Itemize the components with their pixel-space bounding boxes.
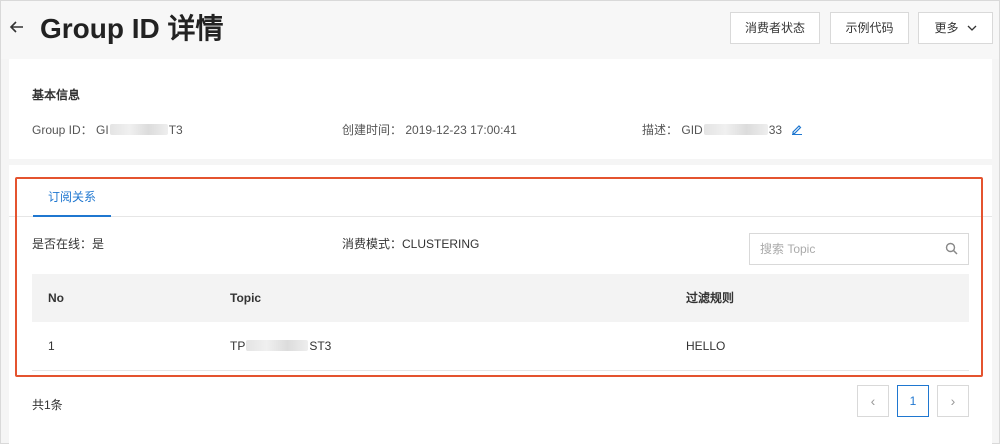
group-id-label: Group ID： — [32, 123, 93, 137]
row-topic-suffix: ST3 — [309, 339, 332, 353]
arrow-left-icon[interactable] — [9, 19, 27, 37]
search-icon[interactable] — [945, 242, 958, 255]
online-value: 是 — [92, 237, 105, 251]
redacted-text — [109, 124, 168, 135]
more-button-label: 更多 — [934, 21, 959, 35]
description-prefix: GID — [681, 123, 703, 137]
group-id-field: Group ID： GI T3 — [32, 121, 183, 138]
consume-mode: 消费模式：CLUSTERING — [342, 235, 479, 252]
column-header-topic: Topic — [230, 291, 262, 305]
created-time-label: 创建时间： — [342, 123, 403, 137]
row-filter: HELLO — [686, 339, 726, 353]
sample-code-button[interactable]: 示例代码 — [830, 12, 909, 44]
next-page-button[interactable]: › — [937, 385, 969, 417]
page-title: Group ID 详情 — [40, 13, 224, 44]
column-header-filter: 过滤规则 — [686, 291, 735, 305]
online-status: 是否在线：是 — [32, 235, 104, 252]
group-id-prefix: GI — [96, 123, 109, 137]
pencil-edit-icon[interactable] — [791, 123, 803, 138]
prev-page-button[interactable]: ‹ — [857, 385, 889, 417]
chevron-down-icon — [967, 15, 977, 45]
table-header: No Topic 过滤规则 — [32, 274, 969, 322]
tab-subscription[interactable]: 订阅关系 — [33, 165, 111, 217]
subscription-table: No Topic 过滤规则 1 TP ST3 HELLO — [32, 274, 969, 371]
topic-search-input[interactable] — [760, 234, 940, 264]
topic-search-box — [749, 233, 969, 265]
created-time-field: 创建时间： 2019-12-23 17:00:41 — [342, 121, 517, 138]
page-1-button[interactable]: 1 — [897, 385, 929, 417]
table-row: 1 TP ST3 HELLO — [32, 322, 969, 371]
consume-mode-label: 消费模式： — [342, 237, 403, 251]
row-topic: TP ST3 — [230, 322, 331, 370]
column-header-no: No — [48, 291, 64, 305]
tab-bar: 订阅关系 — [9, 165, 992, 217]
redacted-text — [246, 340, 309, 351]
row-topic-prefix: TP — [230, 339, 246, 353]
subscription-card: 订阅关系 是否在线：是 消费模式：CLUSTERING No Topic 过滤规… — [9, 165, 992, 444]
row-no: 1 — [48, 339, 55, 353]
page-header: Group ID 详情 消费者状态 示例代码 更多 — [1, 1, 999, 59]
description-label: 描述： — [642, 123, 679, 137]
created-time-value: 2019-12-23 17:00:41 — [405, 123, 517, 137]
online-label: 是否在线： — [32, 237, 93, 251]
consume-mode-value: CLUSTERING — [402, 237, 480, 251]
more-button[interactable]: 更多 — [918, 12, 993, 44]
redacted-text — [703, 124, 768, 135]
description-field: 描述： GID 33 — [642, 121, 803, 138]
consumer-status-button[interactable]: 消费者状态 — [730, 12, 820, 44]
description-suffix: 33 — [768, 123, 783, 137]
total-count: 共1条 — [32, 398, 63, 412]
basic-info-card: 基本信息 Group ID： GI T3 创建时间： 2019-12-23 17:… — [9, 59, 992, 159]
group-id-suffix: T3 — [168, 123, 183, 137]
basic-info-title: 基本信息 — [32, 88, 81, 102]
